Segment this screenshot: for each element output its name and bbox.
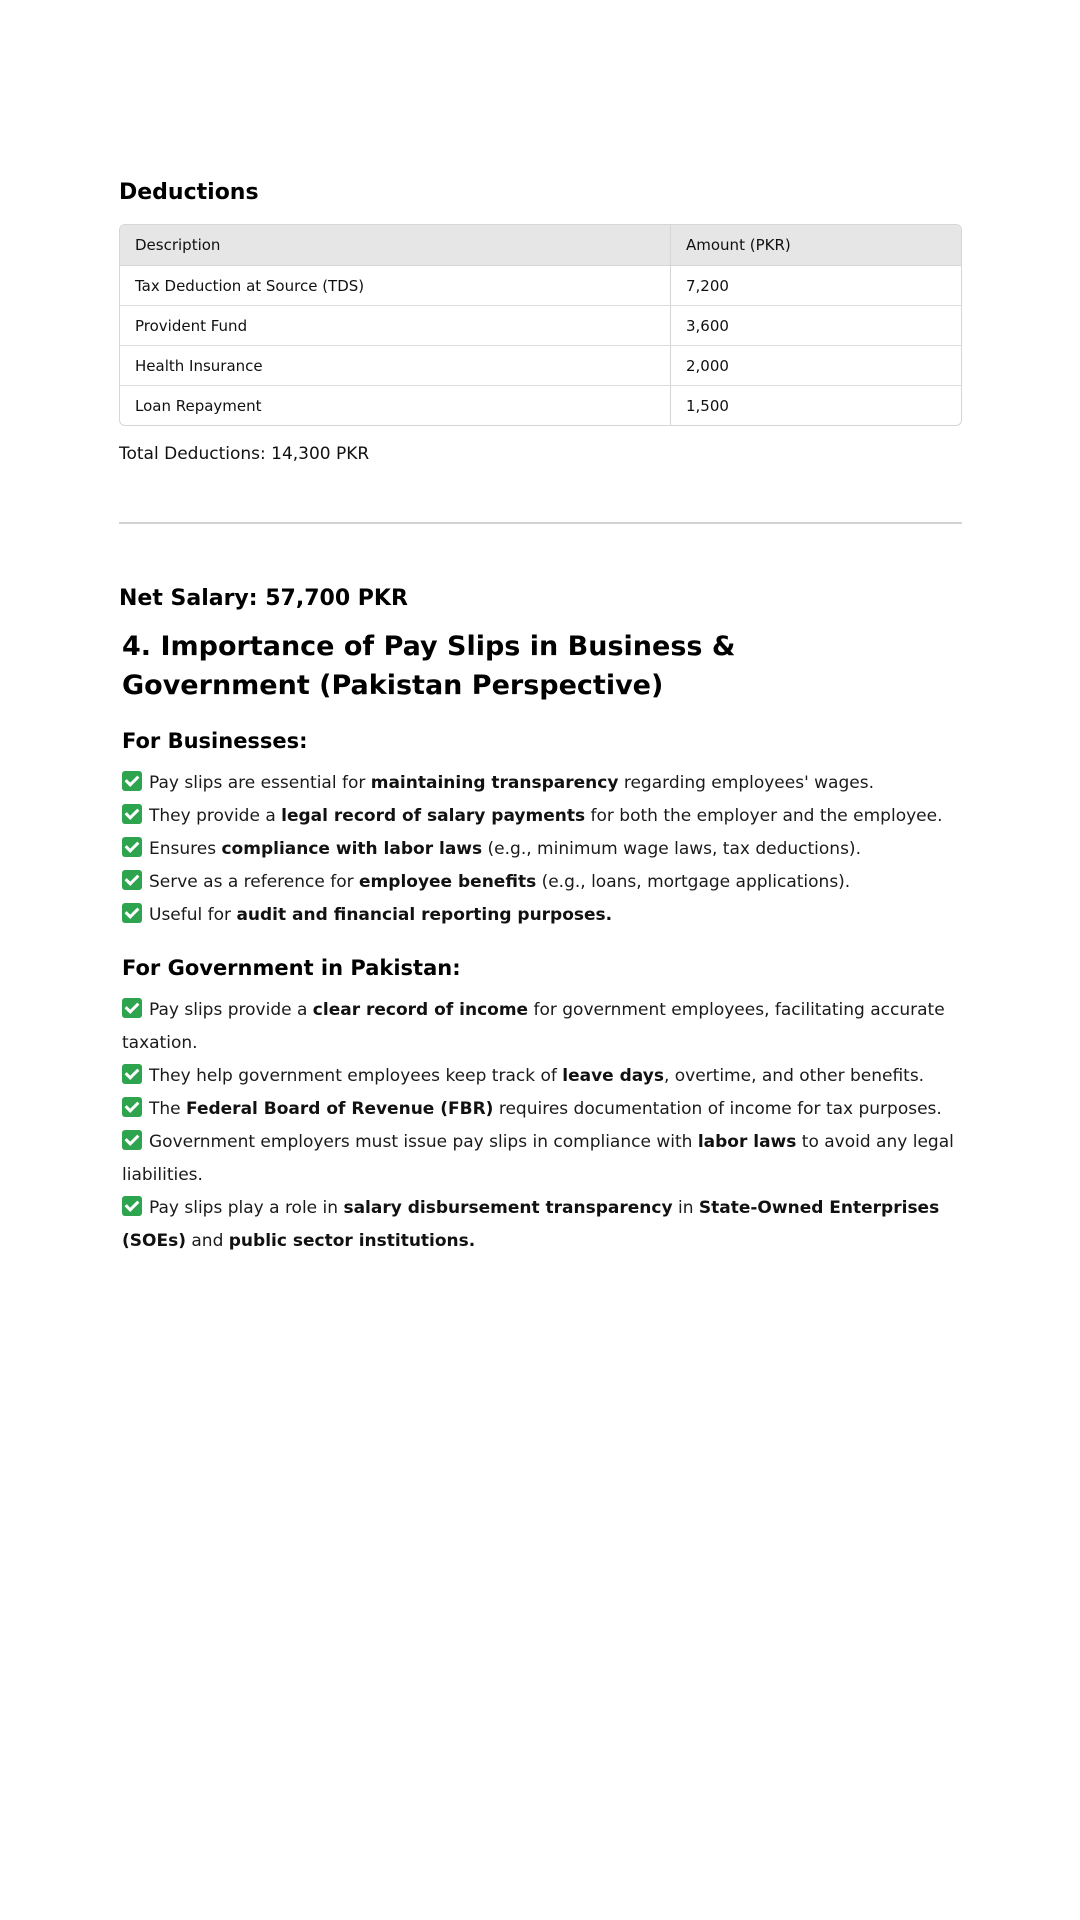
document-body: Deductions Description Amount (PKR) Tax … xyxy=(119,180,962,1258)
list-item: They provide a legal record of salary pa… xyxy=(122,800,962,833)
net-salary-value: 57,700 PKR xyxy=(265,586,408,612)
item-text: requires documentation of income for tax… xyxy=(493,1099,942,1120)
list-item: Government employers must issue pay slip… xyxy=(122,1126,962,1192)
list-item: Serve as a reference for employee benefi… xyxy=(122,866,962,899)
deduction-amount: 3,600 xyxy=(671,306,961,347)
businesses-list: Pay slips are essential for maintaining … xyxy=(122,767,962,932)
deduction-amount: 2,000 xyxy=(671,346,961,387)
item-emphasis: public sector institutions. xyxy=(228,1231,476,1252)
deduction-description: Loan Repayment xyxy=(120,386,671,426)
list-item: The Federal Board of Revenue (FBR) requi… xyxy=(122,1093,962,1126)
item-text: Government employers must issue pay slip… xyxy=(149,1132,698,1153)
item-text: and xyxy=(185,1231,229,1252)
item-text: Pay slips are essential for xyxy=(149,773,371,794)
item-text: Pay slips play a role in xyxy=(149,1198,344,1219)
checkmark-icon xyxy=(122,870,142,891)
item-emphasis: employee benefits xyxy=(359,872,537,893)
item-text: Ensures xyxy=(149,839,222,860)
table-row: Provident Fund 3,600 xyxy=(120,306,961,347)
list-item: Useful for audit and financial reporting… xyxy=(122,899,962,932)
item-text: (e.g., minimum wage laws, tax deductions… xyxy=(482,839,861,860)
list-item: They help government employees keep trac… xyxy=(122,1060,962,1093)
item-text: The xyxy=(149,1099,187,1120)
total-deductions: Total Deductions: 14,300 PKR xyxy=(119,444,962,464)
checkmark-icon xyxy=(122,771,142,792)
table-row: Tax Deduction at Source (TDS) 7,200 xyxy=(120,266,961,307)
total-deductions-value: 14,300 PKR xyxy=(271,444,370,465)
checkmark-icon xyxy=(122,1196,142,1217)
item-emphasis: salary disbursement transparency xyxy=(343,1198,673,1219)
deductions-table: Description Amount (PKR) Tax Deduction a… xyxy=(119,224,962,427)
item-emphasis: labor laws xyxy=(697,1132,797,1153)
column-header-description: Description xyxy=(120,225,671,267)
checkmark-icon xyxy=(122,1064,142,1085)
checkmark-icon xyxy=(122,1097,142,1118)
item-emphasis: Federal Board of Revenue (FBR) xyxy=(186,1099,494,1120)
importance-section-title: 4. Importance of Pay Slips in Business &… xyxy=(122,631,736,702)
item-text: They help government employees keep trac… xyxy=(149,1066,563,1087)
item-emphasis: clear record of income xyxy=(312,1000,529,1021)
checkmark-icon xyxy=(122,903,142,924)
item-text: , overtime, and other benefits. xyxy=(663,1066,925,1087)
total-deductions-label: Total Deductions: xyxy=(119,444,266,465)
item-text: Useful for xyxy=(149,905,237,926)
deduction-amount: 7,200 xyxy=(671,266,961,307)
table-header-row: Description Amount (PKR) xyxy=(120,225,961,267)
item-emphasis: compliance with labor laws xyxy=(221,839,483,860)
government-list: Pay slips provide a clear record of inco… xyxy=(122,994,962,1258)
government-heading: For Government in Pakistan: xyxy=(122,956,461,981)
net-salary-label: Net Salary: xyxy=(119,586,258,612)
list-item: Pay slips play a role in salary disburse… xyxy=(122,1192,962,1258)
list-item: Ensures compliance with labor laws (e.g.… xyxy=(122,833,962,866)
deduction-description: Health Insurance xyxy=(120,346,671,387)
checkmark-icon xyxy=(122,998,142,1019)
item-text: regarding employees' wages. xyxy=(618,773,874,794)
list-item: Pay slips are essential for maintaining … xyxy=(122,767,962,800)
item-text: They provide a xyxy=(149,806,282,827)
item-emphasis: audit and financial reporting purposes. xyxy=(236,905,613,926)
checkmark-icon xyxy=(122,1130,142,1151)
businesses-heading: For Businesses: xyxy=(122,729,308,754)
item-emphasis: maintaining transparency xyxy=(370,773,619,794)
column-header-amount: Amount (PKR) xyxy=(671,225,961,267)
item-text: (e.g., loans, mortgage applications). xyxy=(536,872,851,893)
deduction-description: Tax Deduction at Source (TDS) xyxy=(120,266,671,307)
checkmark-icon xyxy=(122,804,142,825)
checkmark-icon xyxy=(122,837,142,858)
table-row: Health Insurance 2,000 xyxy=(120,346,961,387)
item-emphasis: legal record of salary payments xyxy=(281,806,586,827)
table-row: Loan Repayment 1,500 xyxy=(120,386,961,426)
list-item: Pay slips provide a clear record of inco… xyxy=(122,994,962,1060)
deduction-amount: 1,500 xyxy=(686,396,729,415)
deduction-description: Provident Fund xyxy=(120,306,671,347)
net-salary: Net Salary: 57,700 PKR xyxy=(119,586,962,611)
deductions-heading: Deductions xyxy=(119,180,259,205)
item-emphasis: leave days xyxy=(562,1066,664,1087)
item-text: in xyxy=(672,1198,699,1219)
item-text: Pay slips provide a xyxy=(149,1000,313,1021)
section-divider xyxy=(119,522,962,525)
item-text: Serve as a reference for xyxy=(149,872,360,893)
item-text: for both the employer and the employee. xyxy=(585,806,943,827)
